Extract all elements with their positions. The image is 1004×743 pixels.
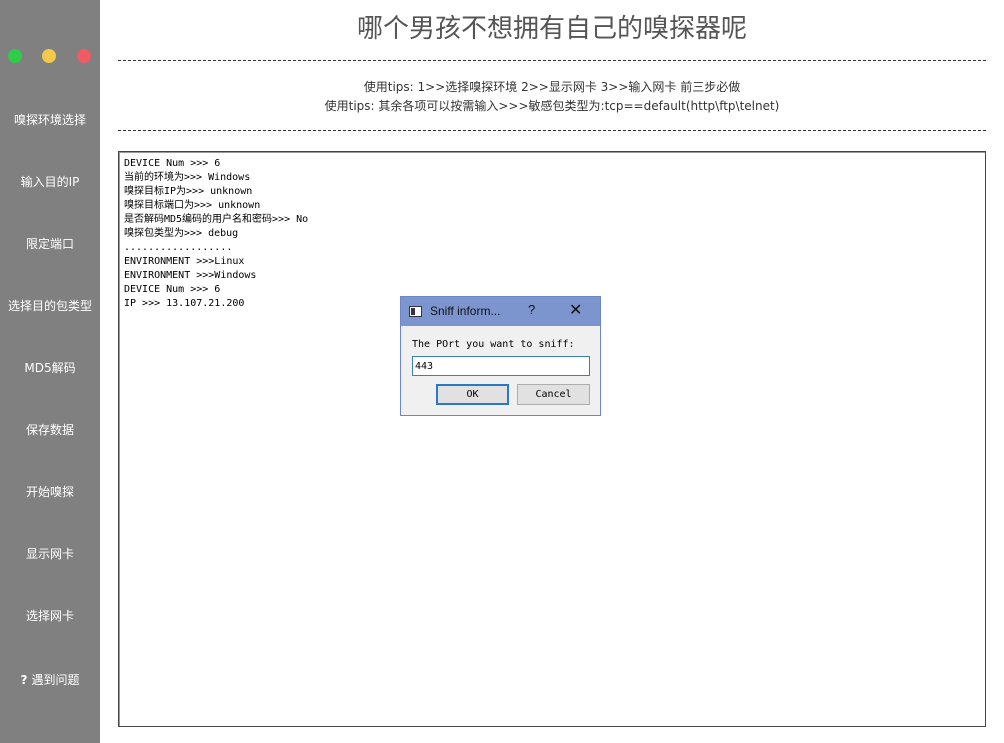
sidebar-item-label: MD5解码: [24, 361, 76, 375]
cancel-button[interactable]: Cancel: [517, 384, 590, 405]
sidebar: 嗅探环境选择 输入目的IP 限定端口 选择目的包类型 MD5解码 保存数据 开始…: [0, 0, 100, 743]
log-line: 嗅探目标IP为>>> unknown: [124, 186, 253, 197]
port-prompt-label: The POrt you want to sniff:: [412, 339, 575, 350]
sidebar-item-label: 显示网卡: [25, 547, 74, 561]
close-icon[interactable]: ✕: [569, 300, 582, 319]
log-line: 当前的环境为>>> Windows: [124, 172, 251, 183]
sidebar-item-packet-type[interactable]: 选择目的包类型: [0, 291, 100, 321]
sidebar-item-label: 开始嗅探: [25, 485, 74, 499]
log-line: ENVIRONMENT >>>Windows: [124, 270, 257, 281]
dialog-title: Sniff inform...: [430, 304, 501, 318]
sidebar-item-help[interactable]: ? 遇到问题: [0, 665, 100, 695]
log-line: 是否解码MD5编码的用户名和密码>>> No: [124, 214, 309, 225]
log-line: 嗅探包类型为>>> debug: [124, 228, 239, 239]
sidebar-item-label: 嗅探环境选择: [13, 113, 86, 127]
log-line: 嗅探目标端口为>>> unknown: [124, 200, 261, 211]
question-icon: ?: [20, 673, 28, 687]
log-line: DEVICE Num >>> 6: [124, 284, 221, 295]
log-line: DEVICE Num >>> 6: [124, 158, 221, 169]
page-title: 哪个男孩不想拥有自己的嗅探器呢: [356, 14, 747, 44]
log-lines: DEVICE Num >>> 6 当前的环境为>>> Windows 嗅探目标IP为…: [119, 152, 985, 311]
window-control-red[interactable]: [77, 49, 91, 63]
sidebar-item-start-sniff[interactable]: 开始嗅探: [0, 477, 100, 507]
window-control-green[interactable]: [8, 49, 22, 63]
sidebar-item-label: 选择网卡: [25, 609, 74, 623]
sniff-port-dialog: Sniff inform... ? ✕ The POrt you want to…: [400, 296, 601, 416]
ok-button[interactable]: OK: [436, 384, 509, 405]
window-app-icon: [409, 306, 422, 317]
sidebar-item-label: 保存数据: [25, 423, 74, 437]
sidebar-item-destination-ip[interactable]: 输入目的IP: [0, 167, 100, 197]
help-icon[interactable]: ?: [528, 302, 535, 317]
log-line: ..................: [124, 242, 233, 253]
sidebar-item-sniff-environment[interactable]: 嗅探环境选择: [0, 105, 100, 135]
tips-line-2: 使用tips: 其余各项可以按需输入>>>敏感包类型为:tcp==default…: [324, 99, 780, 113]
divider-bottom: [118, 130, 986, 131]
divider-top: [118, 60, 986, 61]
tips-line-1: 使用tips: 1>>选择嗅探环境 2>>显示网卡 3>>输入网卡 前三步必做: [363, 80, 741, 94]
sidebar-item-select-nic[interactable]: 选择网卡: [0, 601, 100, 631]
sidebar-item-md5-decode[interactable]: MD5解码: [0, 353, 100, 383]
sidebar-item-save-data[interactable]: 保存数据: [0, 415, 100, 445]
output-log[interactable]: DEVICE Num >>> 6 当前的环境为>>> Windows 嗅探目标IP为…: [118, 151, 986, 727]
sidebar-item-label: 选择目的包类型: [7, 299, 92, 313]
dialog-title-bar[interactable]: Sniff inform... ? ✕: [401, 297, 600, 326]
sidebar-item-label: 限定端口: [25, 237, 74, 251]
log-line: ENVIRONMENT >>>Linux: [124, 256, 245, 267]
window-control-yellow[interactable]: [42, 49, 56, 63]
sidebar-item-label: 遇到问题: [31, 673, 80, 687]
sidebar-item-label: 输入目的IP: [20, 175, 80, 189]
port-input[interactable]: [412, 356, 590, 376]
sidebar-item-limit-port[interactable]: 限定端口: [0, 229, 100, 259]
sidebar-item-show-nic[interactable]: 显示网卡: [0, 539, 100, 569]
